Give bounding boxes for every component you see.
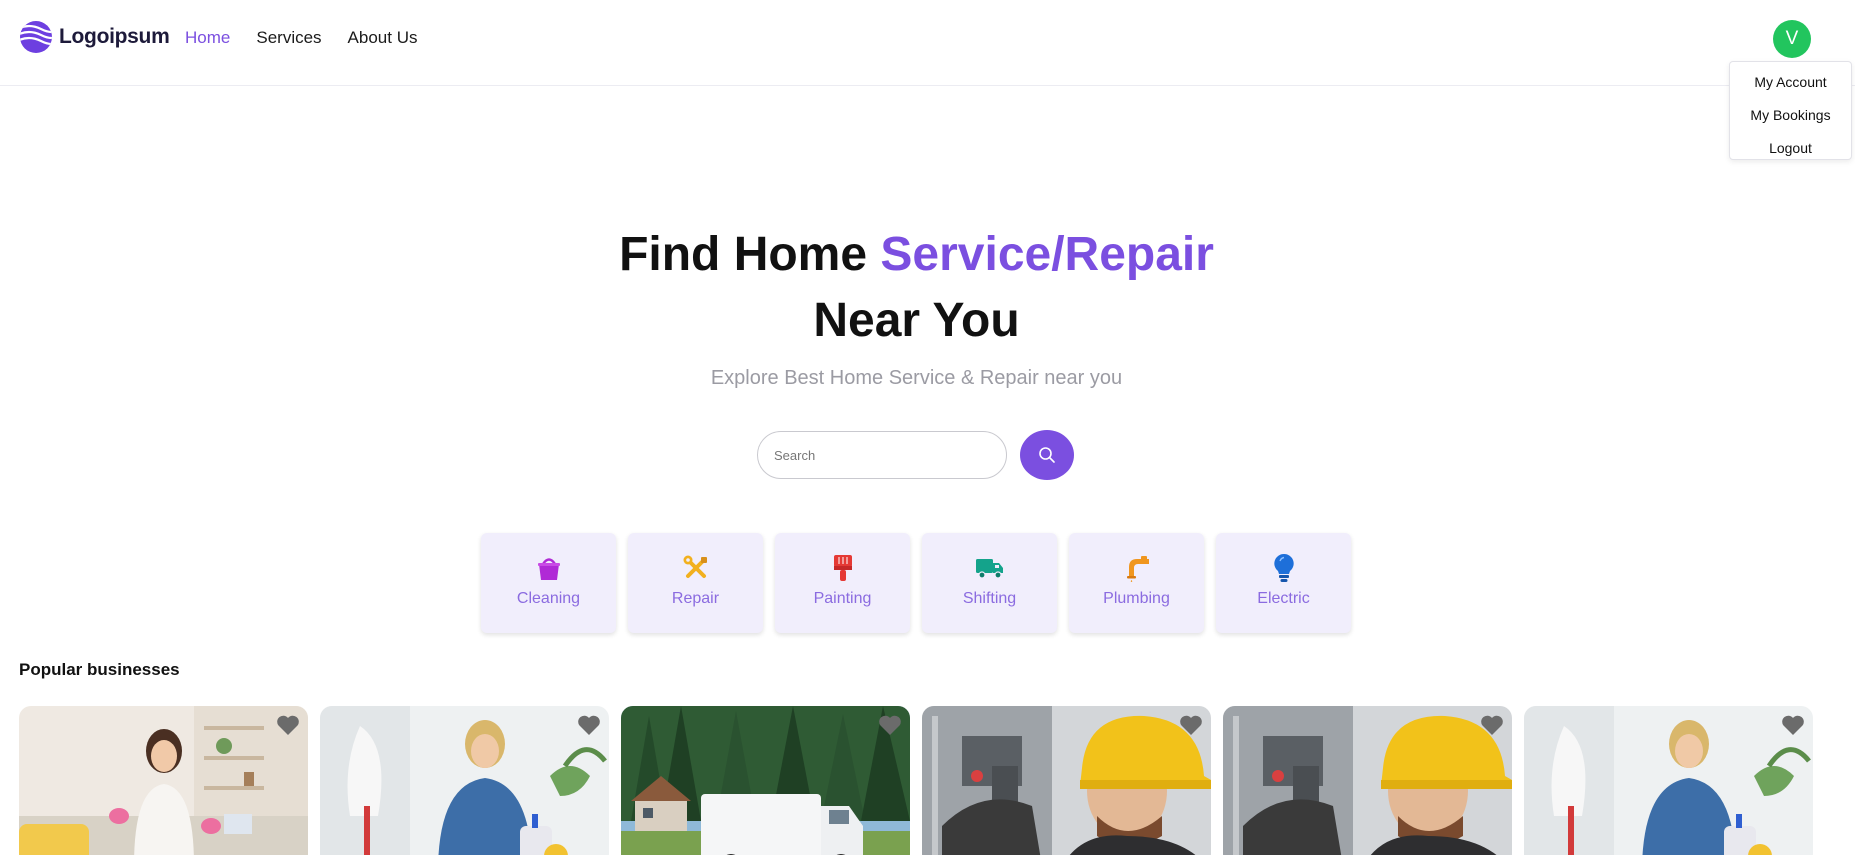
logo-icon [20,21,52,53]
nav-services[interactable]: Services [256,28,321,48]
nav-home[interactable]: Home [185,28,230,48]
category-plumbing[interactable]: Plumbing [1069,533,1204,633]
heart-icon[interactable] [577,714,601,736]
nav-about-us[interactable]: About Us [348,28,418,48]
category-label: Plumbing [1103,590,1170,607]
user-dropdown-menu: My Account My Bookings Logout [1729,61,1852,160]
category-shifting[interactable]: Shifting [922,533,1057,633]
top-header: Logoipsum Home Services About Us V [0,0,1855,86]
business-card[interactable] [320,706,609,855]
category-electric[interactable]: Electric [1216,533,1351,633]
menu-item-logout[interactable]: Logout [1730,135,1851,168]
heart-icon[interactable] [1179,714,1203,736]
faucet-icon [1122,553,1152,583]
brand-logo[interactable]: Logoipsum [19,20,170,54]
category-label: Repair [671,590,720,607]
menu-item-my-bookings[interactable]: My Bookings [1730,102,1851,135]
cleaning-woman-photo [19,706,308,855]
cleaner-with-mop-photo [1524,706,1813,855]
category-painting[interactable]: Painting [775,533,910,633]
search-input[interactable] [757,431,1007,479]
bucket-icon [534,553,564,583]
business-card[interactable] [621,706,910,855]
business-card-list [19,706,1813,855]
business-card[interactable] [1524,706,1813,855]
category-label: Shifting [962,590,1017,607]
business-card[interactable] [1223,706,1512,855]
business-card[interactable] [19,706,308,855]
electrician-hard-hat-photo [1223,706,1512,855]
lightbulb-icon [1269,553,1299,583]
heart-icon[interactable] [1781,714,1805,736]
cleaner-with-mop-photo [320,706,609,855]
hero-title-part1: Find Home [619,228,881,281]
category-label: Cleaning [516,590,581,607]
truck-icon [975,553,1005,583]
category-list: Cleaning Repair Painting Shifting Plumbi… [481,533,1351,633]
heart-icon[interactable] [878,714,902,736]
electrician-hard-hat-photo [922,706,1211,855]
popular-businesses-heading: Popular businesses [19,660,180,679]
hero-title: Find Home Service/Repair Near You [0,222,1833,354]
business-card[interactable] [922,706,1211,855]
user-avatar[interactable]: V [1773,20,1811,58]
category-cleaning[interactable]: Cleaning [481,533,616,633]
tools-icon [681,553,711,583]
category-repair[interactable]: Repair [628,533,763,633]
hero-subtitle: Explore Best Home Service & Repair near … [710,367,1123,389]
heart-icon[interactable] [276,714,300,736]
menu-item-my-account[interactable]: My Account [1730,69,1851,102]
hero-title-part2: Near You [813,294,1020,347]
main-nav: Home Services About Us [185,28,417,48]
search-icon [1039,447,1055,463]
category-label: Electric [1257,590,1310,607]
category-label: Painting [813,590,872,607]
search-button[interactable] [1020,430,1074,480]
hero-title-accent: Service/Repair [880,228,1214,281]
paint-brush-icon [828,553,858,583]
moving-van-house-photo [621,706,910,855]
brand-name: Logoipsum [59,25,170,48]
heart-icon[interactable] [1480,714,1504,736]
